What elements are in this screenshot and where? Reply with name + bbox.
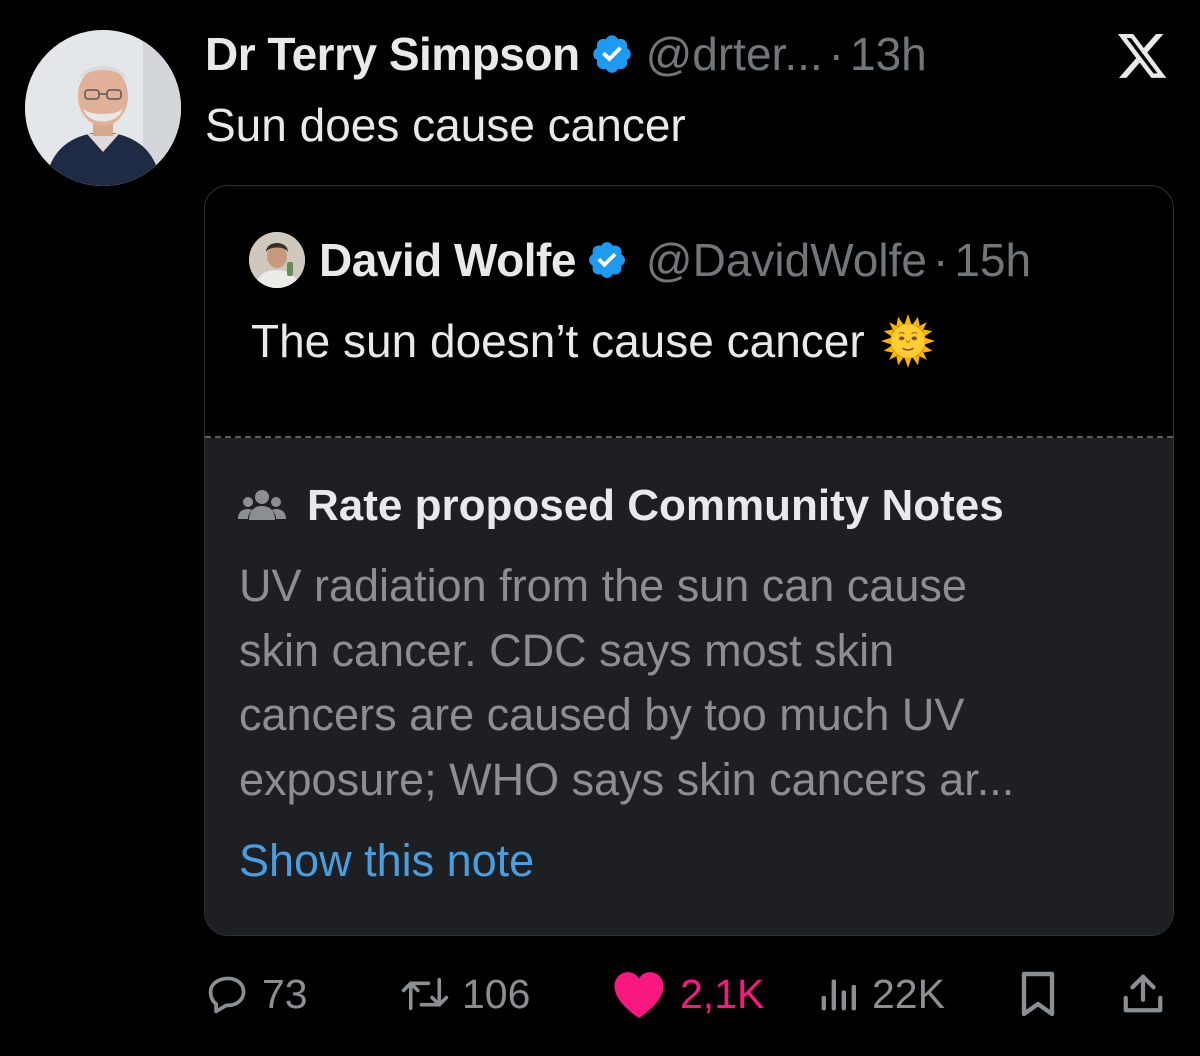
sun-with-face-icon	[880, 314, 935, 368]
views-icon	[821, 979, 856, 1011]
tweet-text: Sun does cause cancer	[205, 99, 686, 151]
separator-dot: ·	[932, 234, 949, 286]
repost-button[interactable]: 106	[400, 962, 530, 1026]
verified-badge-icon	[588, 242, 625, 278]
author-name[interactable]: Dr Terry Simpson	[205, 26, 580, 82]
share-icon	[1123, 974, 1163, 1013]
reply-icon	[208, 976, 246, 1014]
quoted-tweet-text: The sun doesn’t cause cancer	[251, 315, 865, 367]
repost-icon	[401, 977, 449, 1011]
reply-count: 73	[262, 970, 308, 1017]
quoted-author-name[interactable]: David Wolfe	[319, 230, 576, 290]
note-line: skin cancer. CDC says most skin	[239, 624, 895, 676]
quoted-author-avatar[interactable]	[249, 232, 305, 288]
action-bar: 73 106 2,1K 22K	[0, 962, 1200, 1026]
heart-icon	[614, 972, 664, 1019]
reply-button[interactable]: 73	[206, 962, 308, 1026]
community-notes-title: Rate proposed Community Notes	[307, 481, 1004, 530]
separator-dot: ·	[828, 28, 844, 80]
like-button[interactable]: 2,1K	[610, 962, 764, 1026]
bookmark-icon	[1021, 971, 1055, 1017]
note-line: exposure; WHO says skin cancers ar...	[239, 753, 1015, 805]
note-line: cancers are caused by too much UV	[239, 689, 965, 740]
repost-count: 106	[462, 970, 531, 1017]
x-logo-icon[interactable]	[1117, 34, 1169, 80]
quoted-tweet-card[interactable]: David Wolfe @DavidWolfe · 15h The sun do…	[204, 185, 1174, 936]
verified-badge-icon	[592, 35, 631, 73]
people-icon	[238, 490, 286, 520]
quoted-tweet-text-row: The sun doesn’t cause cancer	[251, 310, 935, 372]
quoted-tweet-time[interactable]: 15h	[954, 230, 1031, 290]
views-count: 22K	[872, 970, 945, 1017]
author-handle[interactable]: @drter...	[646, 26, 823, 82]
community-notes-header[interactable]: Rate proposed Community Notes	[237, 478, 1004, 534]
show-note-link[interactable]: Show this note	[239, 830, 534, 892]
quoted-author-handle[interactable]: @DavidWolfe	[646, 230, 927, 290]
views-button[interactable]: 22K	[816, 962, 945, 1026]
tweet-header: Dr Terry Simpson @drter... · 13h	[205, 26, 927, 82]
note-line: UV radiation from the sun can cause	[239, 560, 967, 611]
bookmark-button[interactable]	[1018, 962, 1058, 1026]
like-count: 2,1K	[680, 970, 765, 1017]
author-avatar[interactable]	[25, 30, 181, 186]
note-text: UV radiation from the sun can cause skin…	[239, 554, 1139, 812]
share-button[interactable]	[1120, 962, 1166, 1026]
quoted-tweet-header: David Wolfe @DavidWolfe · 15h	[319, 230, 1031, 290]
tweet-time[interactable]: 13h	[850, 26, 927, 82]
